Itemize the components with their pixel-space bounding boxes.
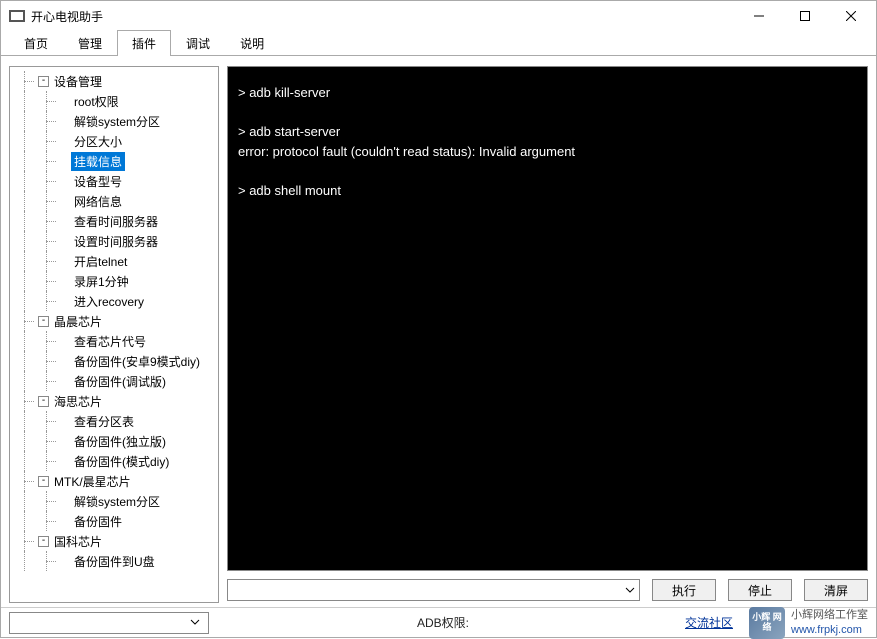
tree-item-label[interactable]: 查看时间服务器 <box>71 212 161 231</box>
chevron-down-icon[interactable] <box>622 582 638 598</box>
tree-group-label[interactable]: 海思芯片 <box>51 392 105 411</box>
tab-说明[interactable]: 说明 <box>225 30 279 56</box>
tree-item[interactable]: 备份固件到U盘 <box>12 551 216 571</box>
tree-panel: -设备管理root权限解锁system分区分区大小挂载信息设备型号网络信息查看时… <box>9 66 219 603</box>
tree-item[interactable]: 解锁system分区 <box>12 111 216 131</box>
tree-item-label[interactable]: root权限 <box>71 92 122 111</box>
main-panel: -设备管理root权限解锁system分区分区大小挂载信息设备型号网络信息查看时… <box>1 56 876 607</box>
app-icon <box>9 8 25 24</box>
tree-item[interactable]: 挂载信息 <box>12 151 216 171</box>
tree-item-label[interactable]: 备份固件(模式diy) <box>71 452 172 471</box>
tree-item-label[interactable]: 备份固件(调试版) <box>71 372 169 391</box>
tree-item[interactable]: 网络信息 <box>12 191 216 211</box>
brand-logo-icon: 小辉 网络 <box>749 607 785 639</box>
tree-item-label[interactable]: 挂载信息 <box>71 152 125 171</box>
stop-button[interactable]: 停止 <box>728 579 792 601</box>
window-title: 开心电视助手 <box>31 8 736 25</box>
tree-group-label[interactable]: MTK/晨星芯片 <box>51 472 134 491</box>
brand-name: 小辉网络工作室 <box>791 608 868 622</box>
title-bar: 开心电视助手 <box>1 1 876 31</box>
tree-group[interactable]: -MTK/晨星芯片 <box>12 471 216 491</box>
app-window: 开心电视助手 首页管理插件调试说明 -设备管理root权限解锁system分区分… <box>0 0 877 638</box>
tree-item[interactable]: 设置时间服务器 <box>12 231 216 251</box>
tree-item[interactable]: 录屏1分钟 <box>12 271 216 291</box>
tree-item[interactable]: 备份固件(调试版) <box>12 371 216 391</box>
tree-item[interactable]: 备份固件(安卓9模式diy) <box>12 351 216 371</box>
tree-item[interactable]: 开启telnet <box>12 251 216 271</box>
status-bar: ADB权限: 交流社区 小辉 网络 小辉网络工作室 www.frpkj.com <box>1 607 876 637</box>
tree-group[interactable]: -国科芯片 <box>12 531 216 551</box>
right-panel: > adb kill-server > adb start-server err… <box>227 66 868 603</box>
tree-item[interactable]: 备份固件(模式diy) <box>12 451 216 471</box>
tree-item-label[interactable]: 查看分区表 <box>71 412 137 431</box>
window-controls <box>736 1 874 31</box>
brand-text: 小辉网络工作室 www.frpkj.com <box>791 608 868 637</box>
tree-item[interactable]: 查看芯片代号 <box>12 331 216 351</box>
tree-item[interactable]: 备份固件 <box>12 511 216 531</box>
tab-bar: 首页管理插件调试说明 <box>1 31 876 56</box>
tree-group-label[interactable]: 晶晨芯片 <box>51 312 105 331</box>
tab-管理[interactable]: 管理 <box>63 30 117 56</box>
minimize-button[interactable] <box>736 1 782 31</box>
brand-block: 小辉 网络 小辉网络工作室 www.frpkj.com <box>749 607 868 639</box>
command-row: 执行 停止 清屏 <box>227 577 868 603</box>
tree-item[interactable]: 设备型号 <box>12 171 216 191</box>
tree-item[interactable]: 解锁system分区 <box>12 491 216 511</box>
tree-item-label[interactable]: 开启telnet <box>71 252 130 271</box>
tree-item-label[interactable]: 录屏1分钟 <box>71 272 132 291</box>
tree-item[interactable]: 进入recovery <box>12 291 216 311</box>
tree-view[interactable]: -设备管理root权限解锁system分区分区大小挂载信息设备型号网络信息查看时… <box>12 71 216 571</box>
tree-item-label[interactable]: 解锁system分区 <box>71 492 163 511</box>
collapse-icon[interactable]: - <box>38 476 49 487</box>
command-combo[interactable] <box>227 579 640 601</box>
community-link[interactable]: 交流社区 <box>685 614 733 631</box>
device-select[interactable] <box>9 612 209 634</box>
status-center: ADB权限: <box>217 614 669 631</box>
tree-item[interactable]: 查看时间服务器 <box>12 211 216 231</box>
maximize-button[interactable] <box>782 1 828 31</box>
collapse-icon[interactable]: - <box>38 536 49 547</box>
tab-首页[interactable]: 首页 <box>9 30 63 56</box>
clear-button[interactable]: 清屏 <box>804 579 868 601</box>
run-button[interactable]: 执行 <box>652 579 716 601</box>
tree-item-label[interactable]: 查看芯片代号 <box>71 332 149 351</box>
tree-item-label[interactable]: 备份固件 <box>71 512 125 531</box>
tree-item-label[interactable]: 进入recovery <box>71 292 147 311</box>
tree-item-label[interactable]: 备份固件(安卓9模式diy) <box>71 352 203 371</box>
collapse-icon[interactable]: - <box>38 396 49 407</box>
tree-group[interactable]: -海思芯片 <box>12 391 216 411</box>
tree-group-label[interactable]: 设备管理 <box>51 72 105 91</box>
tree-item-label[interactable]: 备份固件到U盘 <box>71 552 158 571</box>
tree-item[interactable]: 查看分区表 <box>12 411 216 431</box>
tree-group[interactable]: -晶晨芯片 <box>12 311 216 331</box>
tree-item-label[interactable]: 分区大小 <box>71 132 125 151</box>
adb-permission-label: ADB权限: <box>417 616 469 630</box>
tree-item[interactable]: 分区大小 <box>12 131 216 151</box>
tree-item-label[interactable]: 设置时间服务器 <box>71 232 161 251</box>
tree-item-label[interactable]: 设备型号 <box>71 172 125 191</box>
tree-item[interactable]: 备份固件(独立版) <box>12 431 216 451</box>
tab-调试[interactable]: 调试 <box>171 30 225 56</box>
close-button[interactable] <box>828 1 874 31</box>
console-output[interactable]: > adb kill-server > adb start-server err… <box>227 66 868 571</box>
tab-插件[interactable]: 插件 <box>117 30 171 56</box>
tree-item[interactable]: root权限 <box>12 91 216 111</box>
tree-group-label[interactable]: 国科芯片 <box>51 532 105 551</box>
collapse-icon[interactable]: - <box>38 76 49 87</box>
collapse-icon[interactable]: - <box>38 316 49 327</box>
command-input[interactable] <box>227 579 640 601</box>
tree-group[interactable]: -设备管理 <box>12 71 216 91</box>
tree-item-label[interactable]: 备份固件(独立版) <box>71 432 169 451</box>
chevron-down-icon[interactable] <box>190 616 206 632</box>
brand-url[interactable]: www.frpkj.com <box>791 624 862 636</box>
tree-item-label[interactable]: 解锁system分区 <box>71 112 163 131</box>
tree-item-label[interactable]: 网络信息 <box>71 192 125 211</box>
